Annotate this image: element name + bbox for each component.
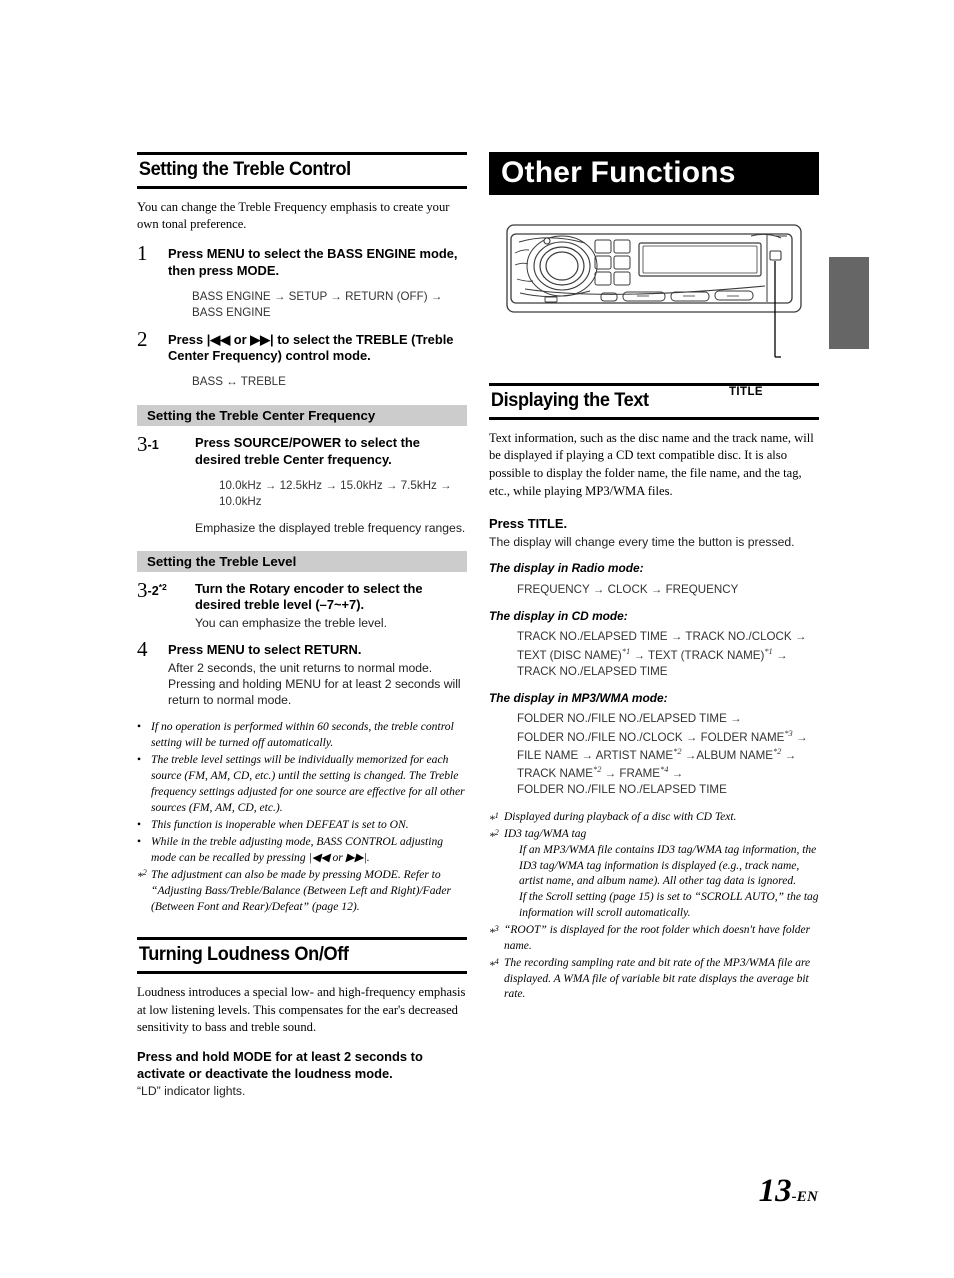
heading-rule-top	[137, 937, 467, 941]
note-item: • The treble level settings will be indi…	[137, 752, 467, 816]
subsection-bar-label: Setting the Treble Center Frequency	[147, 407, 376, 423]
bullet-icon: •	[137, 753, 142, 767]
mode-sequence-mp3-line: FILE NAME → ARTIST NAME*2 →ALBUM NAME*2 …	[517, 746, 797, 762]
loudness-intro-paragraph: Loudness introduces a special low- and h…	[137, 985, 466, 1035]
loudness-note: “LD” indicator lights.	[137, 1084, 246, 1099]
mode-sequence-mp3-line: FOLDER NO./FILE NO./CLOCK → FOLDER NAME*…	[517, 728, 808, 744]
head-unit-illustration: TITLE	[489, 209, 819, 398]
step-3-1-note: Emphasize the displayed treble frequency…	[195, 520, 466, 535]
treble-intro-paragraph: You can change the Treble Frequency emph…	[137, 199, 450, 232]
mode-label-radio: The display in Radio mode:	[489, 561, 644, 576]
press-title-lead: Press TITLE.	[489, 516, 568, 532]
subsection-bar-treble-level: Setting the Treble Level	[137, 550, 467, 572]
step-4: 4 Press MENU to select RETURN. After 2 s…	[137, 637, 467, 708]
step-3-1: 3-1 Press SOURCE/POWER to select the des…	[137, 432, 467, 536]
step-3-1-flow: 10.0kHz → 12.5kHz → 15.0kHz → 7.5kHz → 1…	[219, 478, 452, 508]
footnote-marker: *2	[137, 868, 147, 884]
bullet-icon: •	[137, 720, 142, 734]
subsection-bar-label: Setting the Treble Level	[147, 553, 297, 569]
displaying-text-intro: Text information, such as the disc name …	[489, 430, 814, 498]
step-2-number: 2	[137, 326, 148, 351]
step-1-number: 1	[137, 241, 148, 266]
footnote-marker: *3	[489, 924, 499, 939]
press-title-note: The display will change every time the b…	[489, 535, 795, 550]
treble-notes-list: • If no operation is performed within 60…	[137, 719, 467, 915]
footnote-item: *4 The recording sampling rate and bit r…	[489, 956, 819, 1004]
footnote-text: “ROOT” is displayed for the root folder …	[504, 924, 811, 952]
note-text: This function is inoperable when DEFEAT …	[151, 818, 409, 832]
mode-sequence-mp3-line: FOLDER NO./FILE NO./ELAPSED TIME	[517, 782, 727, 796]
chapter-tab-marker	[829, 257, 869, 349]
step-3-2-title: Turn the Rotary encoder to select the de…	[195, 580, 423, 613]
step-3-1-title: Press SOURCE/POWER to select the desired…	[195, 435, 420, 467]
note-text: While in the treble adjusting mode, BASS…	[151, 835, 444, 865]
heading-text: Displaying the Text	[490, 389, 649, 411]
section-heading-treble-control: Setting the Treble Control	[137, 152, 467, 189]
mode-sequence-cd-line: TEXT (DISC NAME)*1 → TEXT (TRACK NAME)*1…	[517, 646, 788, 662]
step-1-title: Press MENU to select the BASS ENGINE mod…	[168, 246, 458, 278]
bullet-icon: •	[137, 835, 142, 849]
footnote-text: ID3 tag/WMA tag	[504, 827, 587, 840]
bullet-icon: •	[137, 818, 142, 832]
chapter-banner-other-functions: Other Functions	[489, 152, 819, 195]
step-3-2: 3-2*2 Turn the Rotary encoder to select …	[137, 577, 467, 632]
mode-sequence-mp3-line: TRACK NAME*2 → FRAME*4 →	[517, 764, 684, 780]
step-1: 1 Press MENU to select the BASS ENGINE m…	[137, 241, 467, 321]
heading-text: Turning Loudness On/Off	[138, 943, 349, 966]
note-item: • This function is inoperable when DEFEA…	[137, 817, 467, 833]
right-column: Other Functions TITLE Displaying the Tex…	[489, 152, 819, 1004]
mode-sequence-cd-line: TRACK NO./ELAPSED TIME → TRACK NO./CLOCK…	[517, 630, 807, 644]
footnote-text: If an MP3/WMA file contains ID3 tag/WMA …	[519, 843, 817, 888]
footnote-text: Displayed during playback of a disc with…	[504, 811, 737, 823]
note-text: If no operation is performed within 60 s…	[151, 720, 454, 750]
heading-rule-bottom	[489, 416, 819, 420]
heading-rule-bottom	[137, 185, 467, 189]
section-heading-loudness: Turning Loudness On/Off	[137, 937, 467, 974]
step-4-note: After 2 seconds, the unit returns to nor…	[168, 661, 461, 708]
subsection-bar-treble-center-frequency: Setting the Treble Center Frequency	[137, 405, 467, 427]
mode-sequence-mp3-line: FOLDER NO./FILE NO./ELAPSED TIME →	[517, 712, 742, 726]
page-number-value: 13	[758, 1173, 792, 1209]
step-3-1-number: 3-1	[137, 432, 159, 457]
footnote-item: *1 Displayed during playback of a disc w…	[489, 810, 819, 826]
page-number: 13-EN	[759, 1175, 818, 1208]
step-2-title: Press |◀◀ or ▶▶| to select the TREBLE (T…	[168, 331, 454, 364]
left-column: Setting the Treble Control You can chang…	[137, 152, 467, 1100]
heading-rule-bottom	[137, 971, 467, 974]
loudness-lead: Press and hold MODE for at least 2 secon…	[137, 1048, 423, 1081]
step-2-flow: BASS ↔ TREBLE	[192, 375, 286, 389]
footnote-item: *3 “ROOT” is displayed for the root fold…	[489, 923, 819, 955]
step-3-2-number: 3-2*2	[137, 577, 167, 602]
footnote-marker: *2	[489, 827, 499, 843]
mode-label-cd: The display in CD mode:	[489, 608, 628, 623]
note-item-footnote: *2 The adjustment can also be made by pr…	[137, 867, 467, 915]
footnote-item: *2 ID3 tag/WMA tag If an MP3/WMA file co…	[489, 827, 819, 922]
footnote-text: The recording sampling rate and bit rate…	[504, 956, 811, 1001]
note-text: The treble level settings will be indivi…	[151, 753, 465, 815]
head-unit-svg	[506, 224, 802, 358]
step-4-title: Press MENU to select RETURN.	[168, 642, 362, 658]
footnote-text: If the Scroll setting (page 15) is set t…	[519, 891, 819, 920]
step-3-2-note: You can emphasize the treble level.	[195, 616, 387, 631]
mode-sequence-radio-line: FREQUENCY → CLOCK → FREQUENCY	[517, 582, 739, 596]
note-item: • While in the treble adjusting mode, BA…	[137, 834, 467, 866]
step-2: 2 Press |◀◀ or ▶▶| to select the TREBLE …	[137, 326, 467, 391]
mode-label-mp3wma: The display in MP3/WMA mode:	[489, 690, 668, 705]
page-number-suffix: -EN	[791, 1189, 818, 1205]
mode-sequence-cd-line: TRACK NO./ELAPSED TIME	[517, 664, 668, 678]
footnote-marker: *4	[489, 956, 499, 972]
footnotes-list: *1 Displayed during playback of a disc w…	[489, 810, 819, 1003]
heading-rule-top	[137, 152, 467, 155]
step-4-number: 4	[137, 637, 148, 662]
chapter-title: Other Functions	[501, 155, 736, 189]
step-1-flow: BASS ENGINE → SETUP → RETURN (OFF) → BAS…	[192, 289, 443, 319]
note-item: • If no operation is performed within 60…	[137, 719, 467, 751]
note-text: The adjustment can also be made by press…	[151, 868, 452, 914]
heading-text: Setting the Treble Control	[138, 158, 351, 180]
